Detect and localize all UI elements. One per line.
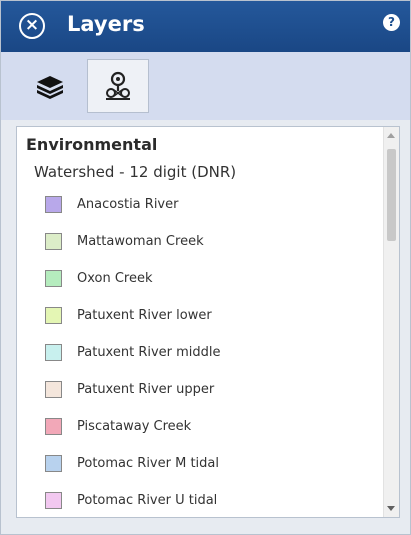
vertical-scrollbar[interactable] (383, 127, 399, 517)
legend-swatch (45, 454, 62, 472)
layers-stack-icon (37, 76, 63, 99)
scroll-up-arrow-icon[interactable] (387, 133, 395, 138)
panel-toolbar (1, 52, 410, 120)
legend-map-icon (106, 71, 130, 100)
legend-swatch (45, 343, 62, 361)
legend-label: Anacostia River (77, 196, 179, 212)
legend-item: Potomac River M tidal (45, 452, 219, 474)
legend-label: Patuxent River lower (77, 307, 212, 323)
help-icon[interactable]: ? (383, 14, 400, 31)
close-icon[interactable]: × (19, 13, 45, 39)
panel-title: Layers (67, 12, 145, 36)
legend-item: Anacostia River (45, 193, 178, 215)
legend-label: Mattawoman Creek (77, 233, 204, 249)
legend-item: Oxon Creek (45, 267, 153, 289)
layers-panel: × Layers ? Environmental Watershed - 12 … (0, 0, 411, 535)
panel-footer (1, 523, 410, 534)
legend-swatch (45, 380, 62, 398)
section-title: Environmental (26, 135, 158, 154)
legend-item: Mattawoman Creek (45, 230, 204, 252)
legend-swatch (45, 491, 62, 509)
legend-item: Patuxent River middle (45, 341, 221, 363)
legend-swatch (45, 195, 62, 213)
scroll-thumb[interactable] (387, 149, 396, 241)
legend-item: Patuxent River lower (45, 304, 212, 326)
layers-tab-button[interactable] (19, 59, 81, 113)
legend-item: Patuxent River upper (45, 378, 214, 400)
legend-label: Oxon Creek (77, 270, 153, 286)
legend-label: Patuxent River upper (77, 381, 215, 397)
legend-swatch (45, 232, 62, 250)
legend-content: Environmental Watershed - 12 digit (DNR)… (16, 126, 400, 518)
legend-label: Potomac River M tidal (77, 455, 219, 471)
legend-item: Piscataway Creek (45, 415, 191, 437)
legend-label: Patuxent River middle (77, 344, 221, 360)
legend-swatch (45, 417, 62, 435)
group-title: Watershed - 12 digit (DNR) (34, 163, 237, 181)
legend-swatch (45, 269, 62, 287)
panel-header: × Layers ? (1, 1, 410, 52)
legend-item: Potomac River U tidal (45, 489, 217, 511)
legend-label: Potomac River U tidal (77, 492, 218, 508)
legend-swatch (45, 306, 62, 324)
legend-label: Piscataway Creek (77, 418, 192, 434)
legend-tab-button[interactable] (87, 59, 149, 113)
scroll-down-arrow-icon[interactable] (387, 506, 395, 511)
